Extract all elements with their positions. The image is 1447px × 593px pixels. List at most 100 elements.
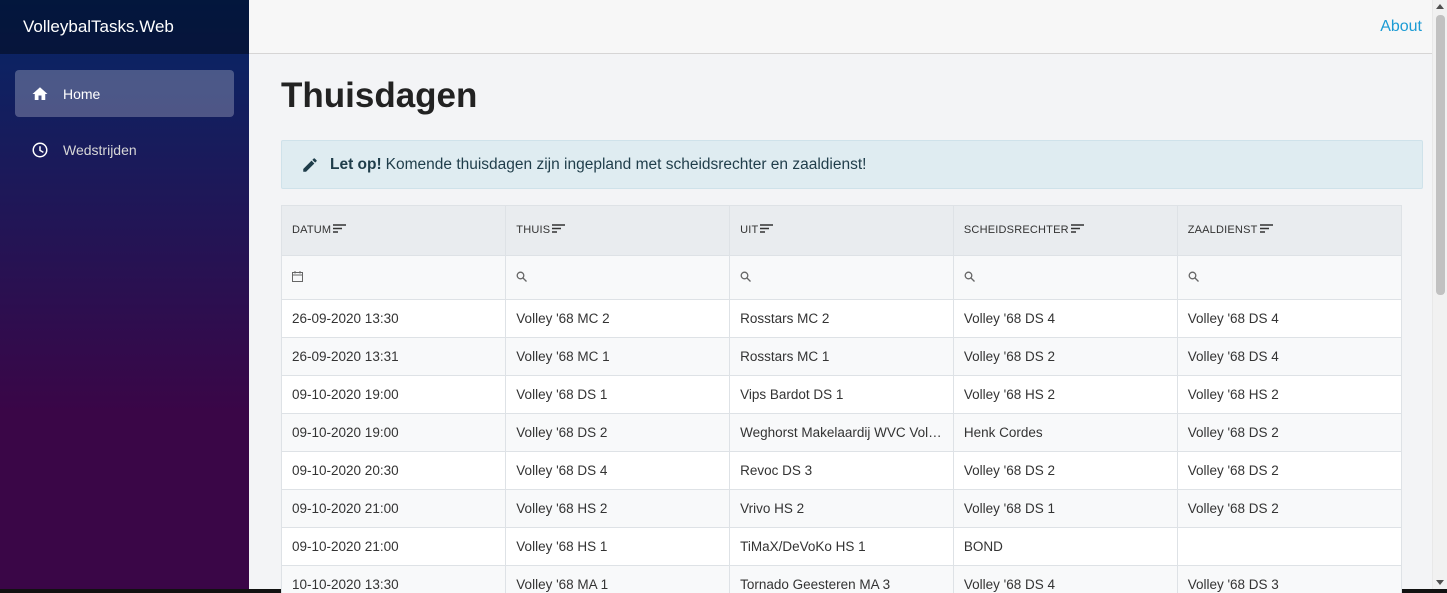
scheidsrechter-filter[interactable] bbox=[953, 254, 1178, 299]
table-cell: Volley '68 MC 1 bbox=[505, 336, 731, 375]
top-bar: About bbox=[249, 0, 1447, 54]
table-cell: Volley '68 DS 4 bbox=[1177, 298, 1401, 337]
search-icon bbox=[964, 271, 975, 282]
table-cell: Weghorst Makelaardij WVC Volleybal DS 1 bbox=[729, 412, 954, 451]
sort-icon[interactable] bbox=[760, 224, 774, 236]
table-cell: 09-10-2020 19:00 bbox=[282, 412, 507, 451]
column-label: THUIS bbox=[516, 224, 551, 237]
filter-row bbox=[282, 254, 1401, 299]
table-cell: Volley '68 DS 2 bbox=[953, 450, 1178, 489]
table-cell: 09-10-2020 19:00 bbox=[282, 374, 507, 413]
sort-icon[interactable] bbox=[552, 224, 566, 236]
table-cell: BOND bbox=[953, 526, 1178, 565]
thuis-filter[interactable] bbox=[505, 254, 731, 299]
pencil-icon bbox=[303, 157, 317, 172]
table-cell: 10-10-2020 13:30 bbox=[282, 564, 507, 593]
column-label: SCHEIDSRECHTER bbox=[963, 224, 1069, 237]
table-cell: Revoc DS 3 bbox=[729, 450, 954, 489]
column-header-datum[interactable]: DATUM bbox=[282, 206, 507, 255]
uit-filter[interactable] bbox=[729, 254, 954, 299]
sidebar-item-wedstrijden[interactable]: Wedstrijden bbox=[15, 126, 234, 173]
table-cell: Volley '68 DS 1 bbox=[953, 488, 1178, 527]
column-header-zaaldienst[interactable]: ZAALDIENST bbox=[1177, 206, 1401, 255]
table-cell: Vips Bardot DS 1 bbox=[729, 374, 954, 413]
table-cell: Vrivo HS 2 bbox=[729, 488, 954, 527]
column-label: UIT bbox=[740, 224, 759, 237]
table-cell: Volley '68 DS 2 bbox=[1177, 488, 1401, 527]
page-title: Thuisdagen bbox=[281, 76, 478, 115]
table-cell: 09-10-2020 21:00 bbox=[282, 526, 507, 565]
alert-text: Komende thuisdagen zijn ingepland met sc… bbox=[385, 155, 867, 173]
table-cell: 26-09-2020 13:30 bbox=[282, 298, 507, 337]
alert-strong: Let op! bbox=[330, 155, 382, 173]
sort-icon[interactable] bbox=[333, 224, 347, 236]
column-label: ZAALDIENST bbox=[1187, 224, 1258, 237]
table-cell: Volley '68 DS 4 bbox=[1177, 336, 1401, 375]
table-cell: Volley '68 DS 4 bbox=[953, 564, 1178, 593]
zaaldienst-filter[interactable] bbox=[1177, 254, 1401, 299]
table-cell: Volley '68 HS 2 bbox=[505, 488, 731, 527]
table-cell: Volley '68 DS 2 bbox=[1177, 450, 1401, 489]
sidebar-item-label: Wedstrijden bbox=[63, 141, 137, 158]
table-row[interactable]: 26-09-2020 13:30 Volley '68 MC 2 Rosstars … bbox=[282, 298, 1401, 337]
sidebar-item-home[interactable]: Home bbox=[15, 70, 234, 117]
table-row[interactable]: 09-10-2020 21:00 Volley '68 HS 1 TiMaX/DeV… bbox=[282, 526, 1401, 565]
sidebar: VolleybalTasks.Web Home Wedstrijden bbox=[0, 0, 249, 589]
column-header-scheidsrechter[interactable]: SCHEIDSRECHTER bbox=[953, 206, 1178, 255]
table-row[interactable]: 09-10-2020 21:00 Volley '68 HS 2 Vrivo HS … bbox=[282, 488, 1401, 527]
table-cell: 09-10-2020 20:30 bbox=[282, 450, 507, 489]
column-header-uit[interactable]: UIT bbox=[729, 206, 954, 255]
date-filter[interactable] bbox=[282, 254, 507, 299]
scroll-up-arrow-icon[interactable] bbox=[1436, 4, 1444, 9]
sort-icon[interactable] bbox=[1070, 224, 1084, 236]
table-cell: Volley '68 DS 1 bbox=[505, 374, 731, 413]
table-cell: Volley '68 DS 3 bbox=[1177, 564, 1401, 593]
search-icon bbox=[740, 271, 752, 282]
search-icon bbox=[1188, 271, 1199, 282]
about-link[interactable]: About bbox=[1380, 18, 1422, 36]
table-cell: Volley '68 DS 4 bbox=[505, 450, 731, 489]
scrollbar-thumb[interactable] bbox=[1436, 15, 1445, 295]
info-alert: Let op! Komende thuisdagen zijn ingeplan… bbox=[281, 140, 1423, 189]
sort-icon[interactable] bbox=[1259, 224, 1273, 236]
table-cell: Volley '68 DS 2 bbox=[953, 336, 1178, 375]
vertical-scrollbar[interactable] bbox=[1432, 0, 1447, 589]
table-row[interactable]: 09-10-2020 19:00 Volley '68 DS 2 Weghorst … bbox=[282, 412, 1401, 451]
table-cell: Volley '68 MA 1 bbox=[505, 564, 731, 593]
sidebar-nav: Home Wedstrijden bbox=[0, 54, 249, 173]
matches-table: DATUM THUIS UIT SCHEIDSRECHTER ZAALDIENS… bbox=[282, 206, 1401, 593]
table-row[interactable]: 26-09-2020 13:31 Volley '68 MC 1 Rosstars … bbox=[282, 336, 1401, 375]
sidebar-item-label: Home bbox=[63, 85, 101, 102]
table-row[interactable]: 09-10-2020 20:30 Volley '68 DS 4 Revoc DS … bbox=[282, 450, 1401, 489]
table-cell: Rosstars MC 2 bbox=[729, 298, 954, 337]
table-cell: Volley '68 HS 2 bbox=[1177, 374, 1401, 413]
table-cell: TiMaX/DeVoKo HS 1 bbox=[729, 526, 954, 565]
table-cell: 09-10-2020 21:00 bbox=[282, 488, 507, 527]
table-cell: Volley '68 DS 2 bbox=[505, 412, 731, 451]
table-row[interactable]: 10-10-2020 13:30 Volley '68 MA 1 Tornado G… bbox=[282, 564, 1401, 593]
header-row: DATUM THUIS UIT SCHEIDSRECHTER ZAALDIENS… bbox=[282, 206, 1401, 255]
table-cell: Volley '68 DS 2 bbox=[1177, 412, 1401, 451]
scroll-down-arrow-icon[interactable] bbox=[1436, 580, 1444, 585]
page-content: Thuisdagen Let op! Komende thuisdagen zi… bbox=[249, 75, 1447, 593]
matches-grid: DATUM THUIS UIT SCHEIDSRECHTER ZAALDIENS… bbox=[281, 205, 1402, 593]
main-area: About Thuisdagen Let op! Komende thuisda… bbox=[249, 0, 1447, 593]
home-icon bbox=[32, 86, 48, 100]
table-cell: Henk Cordes bbox=[953, 412, 1178, 451]
calendar-icon bbox=[292, 270, 303, 282]
table-cell: Tornado Geesteren MA 3 bbox=[729, 564, 954, 593]
table-cell: Rosstars MC 1 bbox=[729, 336, 954, 375]
brand-title[interactable]: VolleybalTasks.Web bbox=[0, 0, 249, 54]
column-header-thuis[interactable]: THUIS bbox=[505, 206, 731, 255]
table-cell: Volley '68 HS 2 bbox=[953, 374, 1178, 413]
search-icon bbox=[516, 271, 528, 282]
clock-icon bbox=[32, 142, 48, 157]
table-cell: 26-09-2020 13:31 bbox=[282, 336, 507, 375]
table-cell bbox=[1177, 526, 1401, 565]
table-cell: Volley '68 MC 2 bbox=[505, 298, 731, 337]
table-row[interactable]: 09-10-2020 19:00 Volley '68 DS 1 Vips Bard… bbox=[282, 374, 1401, 413]
column-label: DATUM bbox=[292, 224, 332, 237]
app-root: VolleybalTasks.Web Home Wedstrijden Abou… bbox=[0, 0, 1447, 593]
table-cell: Volley '68 DS 4 bbox=[953, 298, 1178, 337]
table-cell: Volley '68 HS 1 bbox=[505, 526, 731, 565]
